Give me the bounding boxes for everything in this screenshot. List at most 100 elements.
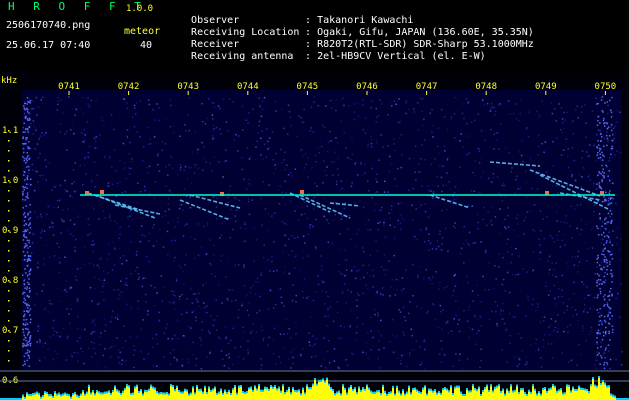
noise-speckle — [543, 334, 546, 336]
noise-speckle — [200, 307, 203, 309]
noise-speckle — [267, 344, 269, 347]
noise-speckle — [28, 304, 30, 307]
noise-speckle — [561, 239, 564, 242]
noise-speckle — [340, 325, 342, 327]
noise-speckle — [246, 309, 249, 312]
histogram-bar-cap — [118, 390, 120, 393]
noise-speckle — [90, 341, 93, 343]
noise-speckle — [500, 163, 502, 165]
noise-speckle — [253, 260, 255, 262]
histogram-bar-cap — [538, 391, 540, 394]
histogram-bar — [274, 385, 276, 400]
noise-speckle — [171, 302, 173, 304]
noise-speckle — [452, 195, 454, 198]
histogram-bar-cap — [524, 392, 526, 395]
noise-speckle — [201, 141, 203, 144]
noise-speckle — [88, 105, 91, 108]
noise-speckle — [285, 318, 288, 320]
noise-speckle — [603, 177, 605, 179]
noise-speckle — [187, 114, 189, 116]
noise-speckle — [559, 246, 562, 248]
noise-speckle — [611, 325, 614, 327]
noise-speckle — [130, 209, 132, 212]
histogram-bar-cap — [222, 392, 224, 395]
noise-speckle — [260, 358, 262, 360]
noise-speckle — [422, 124, 424, 127]
noise-speckle — [462, 146, 464, 148]
noise-speckle — [570, 205, 573, 207]
histogram-bar-cap — [76, 394, 78, 397]
histogram-bar — [594, 384, 596, 400]
noise-speckle — [604, 303, 606, 306]
noise-speckle — [186, 223, 188, 225]
noise-speckle — [366, 272, 369, 274]
noise-speckle — [340, 120, 343, 123]
noise-speckle — [22, 190, 24, 193]
noise-speckle — [435, 248, 438, 250]
noise-speckle — [526, 271, 528, 273]
noise-speckle — [526, 211, 528, 213]
histogram-bar — [282, 384, 284, 400]
noise-speckle — [228, 367, 230, 370]
noise-speckle — [537, 154, 539, 156]
noise-speckle — [169, 99, 172, 102]
noise-speckle — [118, 237, 120, 240]
noise-speckle — [24, 243, 27, 245]
noise-speckle — [63, 289, 66, 292]
histogram-bar-cap — [474, 388, 476, 391]
histogram-bar — [600, 382, 602, 400]
noise-speckle — [26, 178, 29, 181]
noise-speckle — [498, 266, 500, 268]
noise-speckle — [358, 294, 360, 297]
noise-speckle — [26, 175, 29, 177]
noise-speckle — [365, 284, 367, 286]
noise-speckle — [420, 229, 422, 231]
histogram-bar-cap — [152, 386, 154, 389]
noise-speckle — [601, 164, 603, 167]
noise-speckle — [590, 229, 593, 231]
noise-speckle — [267, 308, 270, 310]
noise-speckle — [600, 99, 603, 101]
noise-speckle — [601, 180, 603, 183]
noise-speckle — [453, 198, 456, 201]
noise-speckle — [24, 268, 26, 270]
noise-speckle — [84, 246, 86, 248]
noise-speckle — [609, 358, 612, 361]
noise-speckle — [23, 224, 26, 227]
histogram-bar — [510, 384, 512, 400]
noise-speckle — [337, 264, 340, 266]
noise-speckle — [117, 318, 119, 320]
noise-speckle — [313, 101, 315, 103]
noise-speckle — [223, 160, 226, 163]
noise-speckle — [29, 308, 32, 310]
noise-speckle — [23, 295, 25, 297]
noise-speckle — [261, 100, 264, 102]
noise-speckle — [260, 271, 262, 274]
noise-speckle — [82, 113, 84, 115]
histogram-bar-cap — [108, 390, 110, 393]
noise-speckle — [235, 209, 238, 212]
noise-speckle — [436, 240, 439, 242]
noise-speckle — [139, 136, 141, 138]
histogram-bar — [472, 384, 474, 400]
noise-speckle — [24, 327, 27, 330]
noise-speckle — [515, 178, 517, 181]
noise-speckle — [504, 226, 506, 228]
noise-speckle — [560, 154, 563, 156]
noise-speckle — [608, 231, 610, 234]
noise-speckle — [25, 138, 28, 141]
noise-speckle — [606, 127, 609, 130]
noise-speckle — [23, 314, 25, 317]
noise-speckle — [56, 242, 59, 245]
noise-speckle — [596, 133, 598, 135]
histogram-bar-cap — [424, 385, 426, 388]
noise-speckle — [428, 277, 430, 279]
histogram-bar — [598, 376, 600, 400]
histogram-bar-cap — [568, 384, 570, 387]
histogram-bar-cap — [576, 389, 578, 392]
noise-speckle — [94, 276, 96, 279]
noise-speckle — [48, 162, 51, 164]
noise-speckle — [581, 150, 584, 152]
noise-speckle — [248, 302, 250, 304]
noise-speckle — [315, 218, 317, 221]
